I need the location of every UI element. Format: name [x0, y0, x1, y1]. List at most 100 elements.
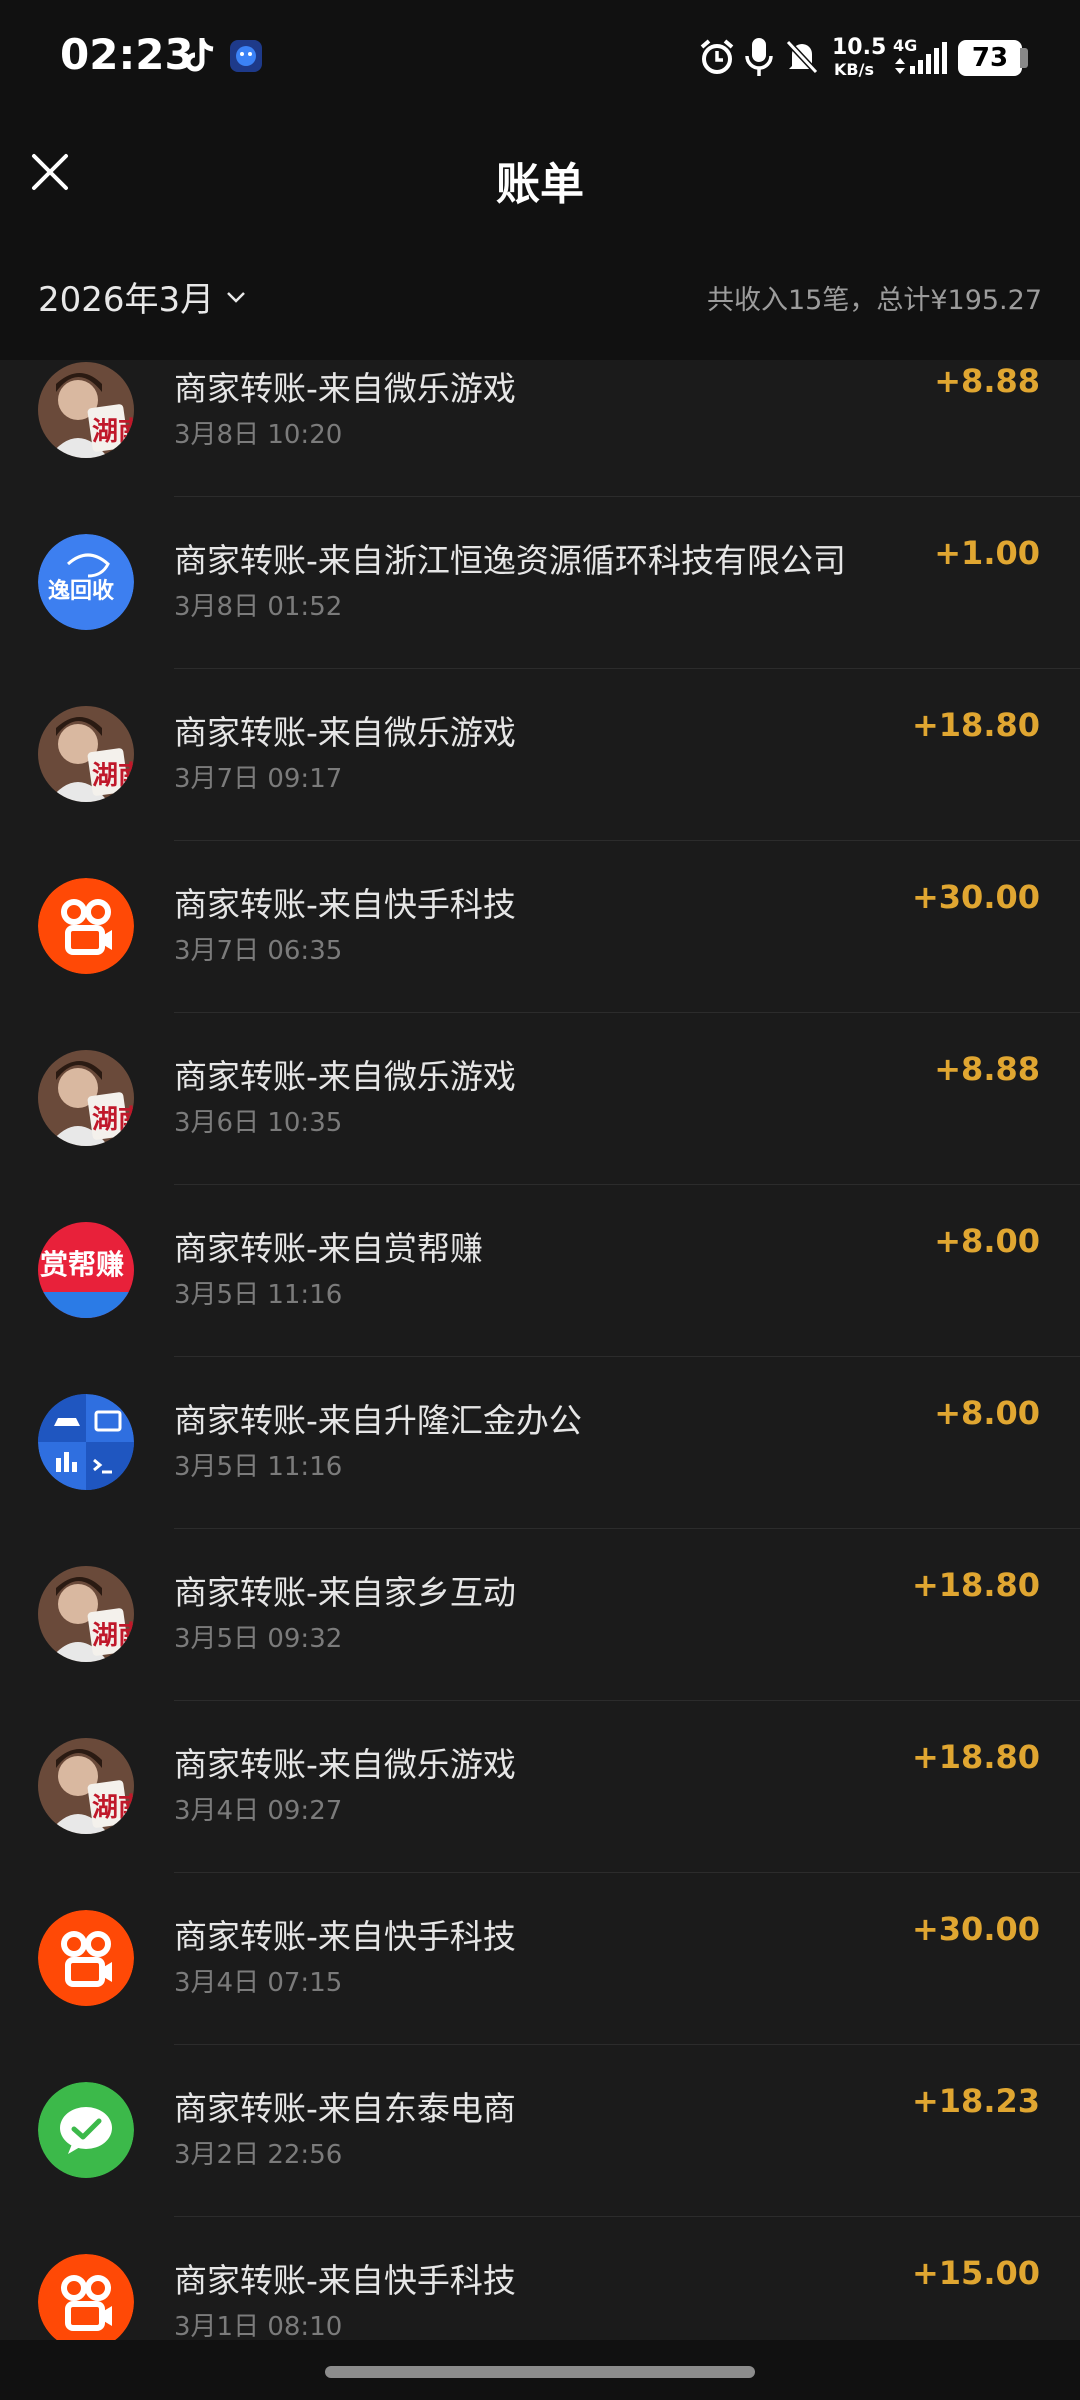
- net-speed-unit: KB/s: [834, 60, 874, 79]
- app-notification-icon: [230, 40, 262, 72]
- alarm-icon: [700, 39, 734, 74]
- transaction-amount: +8.00: [934, 1222, 1040, 1260]
- nav-bar: 账单: [0, 120, 1080, 240]
- svg-text:湖南: 湖南: [92, 1105, 134, 1135]
- wechat-logo-icon: [38, 2082, 134, 2178]
- transaction-title: 商家转账-来自微乐游戏: [174, 1745, 516, 1784]
- transaction-date: 3月4日 07:15: [174, 1968, 343, 1998]
- divider: [174, 1700, 1080, 1701]
- transaction-row[interactable]: 商家转账-来自东泰电商 3月2日 22:56 +18.23: [0, 2082, 1080, 2254]
- divider: [174, 1184, 1080, 1185]
- month-selector[interactable]: 2026年3月: [38, 272, 248, 321]
- divider: [174, 1012, 1080, 1013]
- divider: [174, 2044, 1080, 2045]
- transaction-title: 商家转账-来自快手科技: [174, 2261, 516, 2300]
- transaction-amount: +30.00: [911, 878, 1040, 916]
- battery-tip: [1020, 48, 1028, 68]
- weile-game-avatar-icon: 湖南: [38, 362, 134, 458]
- transaction-row[interactable]: 商家转账-来自快手科技 3月1日 08:10 +15.00: [0, 2254, 1080, 2340]
- transaction-amount: +18.80: [911, 706, 1040, 744]
- transaction-amount: +18.23: [911, 2082, 1040, 2120]
- transaction-title: 商家转账-来自浙江恒逸资源循环科技有限公司: [174, 541, 846, 580]
- kuaishou-logo-icon: [38, 878, 134, 974]
- svg-text:湖南: 湖南: [92, 1793, 134, 1823]
- transaction-title: 商家转账-来自家乡互动: [174, 1573, 516, 1612]
- transaction-date: 3月5日 11:16: [174, 1452, 343, 1482]
- divider: [174, 840, 1080, 841]
- mute-bell-icon: [785, 39, 819, 75]
- weile-game-avatar-icon: 湖南: [38, 706, 134, 802]
- transaction-row[interactable]: 逸回收 商家转账-来自浙江恒逸资源循环科技有限公司 3月8日 01:52 +1.…: [0, 534, 1080, 706]
- transaction-row[interactable]: 湖南 商家转账-来自家乡互动 3月5日 09:32 +18.80: [0, 1566, 1080, 1738]
- transaction-date: 3月8日 01:52: [174, 592, 343, 622]
- transaction-date: 3月7日 09:17: [174, 764, 343, 794]
- transaction-title: 商家转账-来自微乐游戏: [174, 1057, 516, 1096]
- home-indicator[interactable]: [325, 2366, 755, 2378]
- shangbangzhuan-logo-icon: 赏帮赚: [38, 1222, 134, 1318]
- transaction-title: 商家转账-来自快手科技: [174, 1917, 516, 1956]
- transaction-amount: +8.00: [934, 1394, 1040, 1432]
- signal-icon: [910, 42, 947, 74]
- status-time: 02:23: [60, 30, 194, 79]
- svg-text:赏帮赚: 赏帮赚: [40, 1248, 124, 1281]
- transaction-title: 商家转账-来自赏帮赚: [174, 1229, 483, 1268]
- transaction-date: 3月7日 06:35: [174, 936, 343, 966]
- transaction-date: 3月8日 10:20: [174, 420, 343, 450]
- transaction-row[interactable]: 赏帮赚 商家转账-来自赏帮赚 3月5日 11:16 +8.00: [0, 1222, 1080, 1394]
- svg-text:逸回收: 逸回收: [48, 578, 114, 604]
- transaction-row[interactable]: 湖南 商家转账-来自微乐游戏 3月6日 10:35 +8.88: [0, 1050, 1080, 1222]
- transaction-date: 3月2日 22:56: [174, 2140, 343, 2170]
- transaction-row[interactable]: 湖南 商家转账-来自微乐游戏 3月8日 10:20 +8.88: [0, 362, 1080, 534]
- transaction-amount: +18.80: [911, 1738, 1040, 1776]
- month-label: 2026年3月: [38, 280, 215, 320]
- transaction-date: 3月4日 09:27: [174, 1796, 343, 1826]
- transaction-row[interactable]: 商家转账-来自快手科技 3月4日 07:15 +30.00: [0, 1910, 1080, 2082]
- divider: [174, 1872, 1080, 1873]
- transaction-list[interactable]: 湖南 商家转账-来自微乐游戏 3月8日 10:20 +8.88 逸回收 商家转账…: [0, 360, 1080, 2340]
- transaction-row[interactable]: 商家转账-来自升隆汇金办公 3月5日 11:16 +8.00: [0, 1394, 1080, 1566]
- kuaishou-logo-icon: [38, 2254, 134, 2340]
- transaction-date: 3月5日 11:16: [174, 1280, 343, 1310]
- tiktok-icon: [185, 38, 214, 72]
- weile-game-avatar-icon: 湖南: [38, 1566, 134, 1662]
- transaction-row[interactable]: 湖南 商家转账-来自微乐游戏 3月4日 09:27 +18.80: [0, 1738, 1080, 1910]
- yihuishou-logo-icon: 逸回收: [38, 534, 134, 630]
- income-summary: 共收入15笔，总计¥195.27: [706, 285, 1042, 316]
- transaction-date: 3月5日 09:32: [174, 1624, 343, 1654]
- page-title: 账单: [496, 159, 584, 210]
- chevron-down-icon: [227, 291, 246, 303]
- transaction-row[interactable]: 商家转账-来自快手科技 3月7日 06:35 +30.00: [0, 878, 1080, 1050]
- transaction-date: 3月6日 10:35: [174, 1108, 343, 1138]
- weile-game-avatar-icon: 湖南: [38, 1050, 134, 1146]
- battery-indicator: 73: [958, 40, 1022, 76]
- divider: [174, 1356, 1080, 1357]
- transaction-row[interactable]: 湖南 商家转账-来自微乐游戏 3月7日 09:17 +18.80: [0, 706, 1080, 878]
- transaction-title: 商家转账-来自东泰电商: [174, 2089, 516, 2128]
- divider: [174, 496, 1080, 497]
- transaction-title: 商家转账-来自微乐游戏: [174, 713, 516, 752]
- transaction-amount: +18.80: [911, 1566, 1040, 1604]
- transaction-title: 商家转账-来自升隆汇金办公: [174, 1401, 582, 1440]
- svg-text:湖南: 湖南: [92, 1621, 134, 1651]
- weile-game-avatar-icon: 湖南: [38, 1738, 134, 1834]
- transaction-amount: +1.00: [934, 534, 1040, 572]
- transaction-amount: +30.00: [911, 1910, 1040, 1948]
- kuaishou-logo-icon: [38, 1910, 134, 2006]
- office-app-logo-icon: [38, 1394, 134, 1490]
- transaction-amount: +15.00: [911, 2254, 1040, 2292]
- transaction-title: 商家转账-来自微乐游戏: [174, 369, 516, 408]
- net-speed-value: 10.5: [832, 35, 887, 60]
- divider: [174, 668, 1080, 669]
- transaction-amount: +8.88: [934, 1050, 1040, 1088]
- divider: [174, 2216, 1080, 2217]
- filter-bar: 2026年3月 共收入15笔，总计¥195.27: [0, 240, 1080, 360]
- svg-text:湖南: 湖南: [92, 761, 134, 791]
- transaction-date: 3月1日 08:10: [174, 2312, 343, 2340]
- svg-text:湖南: 湖南: [92, 417, 134, 447]
- divider: [174, 1528, 1080, 1529]
- microphone-icon: [745, 38, 773, 76]
- data-arrows-icon: [895, 58, 905, 74]
- transaction-amount: +8.88: [934, 362, 1040, 400]
- status-bar: 02:23 10.5 KB/s 4G 73: [0, 0, 1080, 120]
- transaction-title: 商家转账-来自快手科技: [174, 885, 516, 924]
